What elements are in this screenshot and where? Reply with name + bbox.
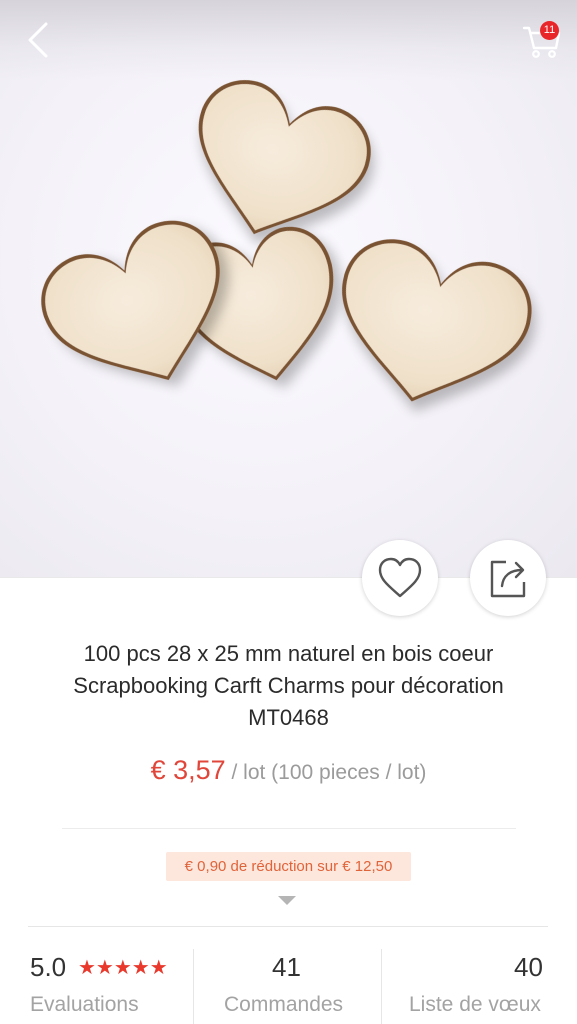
share-button[interactable] [470, 540, 546, 616]
cart-button[interactable] [514, 16, 564, 62]
product-title-line: MT0468 [248, 705, 329, 730]
orders-label[interactable]: Commandes [224, 993, 343, 1017]
header-gradient [0, 0, 577, 80]
favorite-button[interactable] [362, 540, 438, 616]
stats-divider [193, 949, 194, 1024]
product-title-line: 100 pcs 28 x 25 mm naturel en bois coeur [83, 641, 494, 666]
product-image[interactable] [0, 0, 577, 578]
cart-count-badge: 11 [540, 21, 559, 40]
product-title: 100 pcs 28 x 25 mm naturel en bois coeur… [30, 638, 547, 734]
price-row: € 3,57 / lot (100 pieces / lot) [0, 755, 577, 786]
shopping-cart-icon [522, 26, 561, 58]
stats-divider [381, 949, 382, 1024]
back-button[interactable] [18, 18, 58, 62]
orders-count[interactable]: 41 [272, 952, 301, 983]
wishlist-count[interactable]: 40 [514, 952, 543, 983]
coupon-badge[interactable]: € 0,90 de réduction sur € 12,50 [166, 852, 411, 881]
chevron-left-icon [28, 22, 48, 58]
product-title-line: Scrapbooking Carft Charms pour décoratio… [73, 673, 504, 698]
rating-label[interactable]: Evaluations [30, 993, 139, 1017]
rating-value[interactable]: 5.0 [30, 952, 66, 983]
divider [62, 828, 516, 829]
price: € 3,57 [150, 755, 226, 785]
wishlist-label[interactable]: Liste de vœux [409, 993, 541, 1017]
share-icon [490, 560, 526, 598]
price-unit: / lot (100 pieces / lot) [225, 761, 427, 784]
expand-arrow-icon[interactable] [278, 896, 296, 905]
heart-outline-icon [378, 557, 422, 598]
wooden-hearts-photo [41, 80, 532, 402]
rating-stars-icon: ★★★★★ [78, 957, 168, 979]
